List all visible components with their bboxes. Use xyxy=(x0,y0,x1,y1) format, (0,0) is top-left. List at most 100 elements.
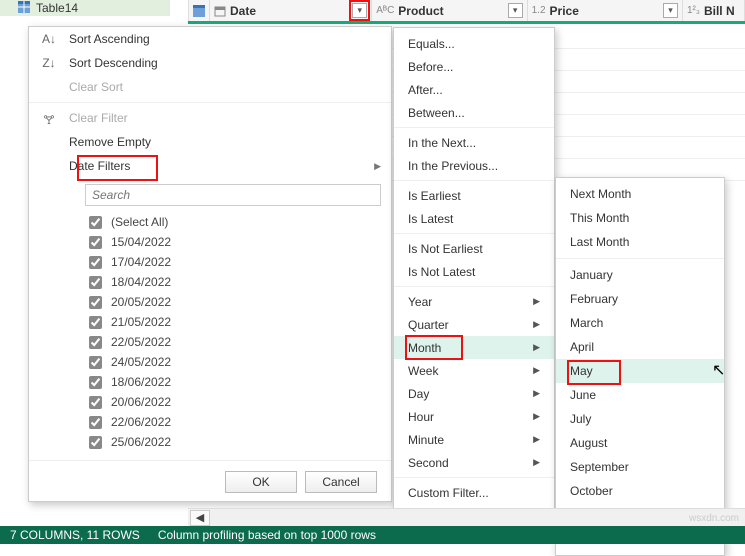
chevron-right-icon: ▶ xyxy=(533,342,540,353)
filter-checkbox-item[interactable]: 20/05/2022 xyxy=(85,292,381,312)
decimal-type-icon: 1.2 xyxy=(532,5,546,16)
filter-value-label: (Select All) xyxy=(111,215,168,229)
column-price-dropdown[interactable]: ▾ xyxy=(663,3,678,18)
month-submenu: Next MonthThis MonthLast Month JanuaryFeb… xyxy=(555,177,725,556)
filter-checkbox-item[interactable]: 17/04/2022 xyxy=(85,252,381,272)
checkbox[interactable] xyxy=(89,256,102,269)
filter-checkbox-item[interactable]: 22/06/2022 xyxy=(85,412,381,432)
month-january[interactable]: January xyxy=(556,263,724,287)
column-billn[interactable]: 1²₃ Bill N xyxy=(683,0,745,21)
checkbox[interactable] xyxy=(89,216,102,229)
filter-checkbox-item[interactable]: 15/04/2022 xyxy=(85,232,381,252)
menu-separator xyxy=(394,233,554,234)
month-next-month[interactable]: Next Month xyxy=(556,182,724,206)
remove-empty[interactable]: Remove Empty xyxy=(29,130,391,154)
ok-button[interactable]: OK xyxy=(225,471,297,493)
column-price[interactable]: 1.2 Price ▾ xyxy=(528,0,683,21)
date-filter-hour[interactable]: Hour▶ xyxy=(394,405,554,428)
month-this-month[interactable]: This Month xyxy=(556,206,724,230)
column-date[interactable]: Date ▾ xyxy=(210,0,372,21)
filter-checkbox-item[interactable]: 20/06/2022 xyxy=(85,392,381,412)
checkbox[interactable] xyxy=(89,336,102,349)
text-type-icon: AᴮC xyxy=(376,5,394,16)
date-filter-equals[interactable]: Equals... xyxy=(394,32,554,55)
checkbox[interactable] xyxy=(89,296,102,309)
filter-checkbox-item[interactable]: 18/06/2022 xyxy=(85,372,381,392)
clear-filter: 🝖 Clear Filter xyxy=(29,106,391,130)
filter-checkbox-item[interactable]: 22/05/2022 xyxy=(85,332,381,352)
date-filter-between[interactable]: Between... xyxy=(394,101,554,124)
column-product-dropdown[interactable]: ▾ xyxy=(508,3,523,18)
column-date-label: Date xyxy=(230,4,256,18)
query-tab[interactable]: Table14 xyxy=(0,0,170,16)
checkbox[interactable] xyxy=(89,356,102,369)
month-september[interactable]: September xyxy=(556,455,724,479)
checkbox[interactable] xyxy=(89,376,102,389)
filter-checkbox-item[interactable]: 24/05/2022 xyxy=(85,352,381,372)
menu-separator xyxy=(394,180,554,181)
chevron-right-icon: ▶ xyxy=(374,161,381,172)
filter-checkbox-item[interactable]: 18/04/2022 xyxy=(85,272,381,292)
rownum-header[interactable] xyxy=(188,0,210,21)
checkbox[interactable] xyxy=(89,276,102,289)
column-date-dropdown[interactable]: ▾ xyxy=(352,3,367,18)
checkbox[interactable] xyxy=(89,236,102,249)
search-input[interactable] xyxy=(85,184,381,206)
date-filter-week[interactable]: Week▶ xyxy=(394,359,554,382)
date-filter-quarter[interactable]: Quarter▶ xyxy=(394,313,554,336)
filter-checkbox-item[interactable]: 21/05/2022 xyxy=(85,312,381,332)
cancel-button[interactable]: Cancel xyxy=(305,471,377,493)
filter-checkbox-item[interactable]: 25/06/2022 xyxy=(85,432,381,452)
month-october[interactable]: October xyxy=(556,479,724,503)
sort-ascending[interactable]: A↓ Sort Ascending xyxy=(29,27,391,51)
scroll-left-button[interactable]: ◀ xyxy=(190,510,210,526)
month-july[interactable]: July xyxy=(556,407,724,431)
date-filters[interactable]: Date Filters ▶ xyxy=(29,154,391,178)
clear-sort: Clear Sort xyxy=(29,75,391,99)
checkbox[interactable] xyxy=(89,416,102,429)
date-filter-is-latest[interactable]: Is Latest xyxy=(394,207,554,230)
date-filter-before[interactable]: Before... xyxy=(394,55,554,78)
filter-value-label: 18/06/2022 xyxy=(111,375,171,389)
checkbox[interactable] xyxy=(89,316,102,329)
date-filter-in-the-previous[interactable]: In the Previous... xyxy=(394,154,554,177)
clear-filter-icon: 🝖 xyxy=(39,106,59,131)
sort-descending[interactable]: Z↓ Sort Descending xyxy=(29,51,391,75)
date-filter-year[interactable]: Year▶ xyxy=(394,290,554,313)
month-february[interactable]: February xyxy=(556,287,724,311)
date-filter-is-earliest[interactable]: Is Earliest xyxy=(394,184,554,207)
month-last-month[interactable]: Last Month xyxy=(556,230,724,254)
chevron-right-icon: ▶ xyxy=(533,365,540,376)
date-filter-custom-filter[interactable]: Custom Filter... xyxy=(394,481,554,504)
filter-checkbox-item[interactable]: (Select All) xyxy=(85,212,381,232)
month-april[interactable]: April xyxy=(556,335,724,359)
month-may[interactable]: May xyxy=(556,359,724,383)
chevron-right-icon: ▶ xyxy=(533,388,540,399)
date-filters-submenu: Equals...Before...After...Between... In t… xyxy=(393,27,555,509)
date-filter-after[interactable]: After... xyxy=(394,78,554,101)
date-filter-in-the-next[interactable]: In the Next... xyxy=(394,131,554,154)
month-june[interactable]: June xyxy=(556,383,724,407)
menu-separator xyxy=(394,286,554,287)
date-filter-minute[interactable]: Minute▶ xyxy=(394,428,554,451)
status-columns-rows: 7 COLUMNS, 11 ROWS xyxy=(10,528,140,542)
filter-value-label: 20/06/2022 xyxy=(111,395,171,409)
column-billn-label: Bill N xyxy=(704,4,735,18)
checkbox[interactable] xyxy=(89,436,102,449)
date-filter-is-not-earliest[interactable]: Is Not Earliest xyxy=(394,237,554,260)
date-filter-second[interactable]: Second▶ xyxy=(394,451,554,474)
int-type-icon: 1²₃ xyxy=(687,5,700,16)
date-filter-is-not-latest[interactable]: Is Not Latest xyxy=(394,260,554,283)
horizontal-scrollbar[interactable]: ◀ xyxy=(188,508,745,526)
menu-separator xyxy=(394,127,554,128)
month-march[interactable]: March xyxy=(556,311,724,335)
watermark: wsxdn.com xyxy=(689,513,739,524)
date-filter-day[interactable]: Day▶ xyxy=(394,382,554,405)
date-filter-month[interactable]: Month▶ xyxy=(394,336,554,359)
column-product[interactable]: AᴮC Product ▾ xyxy=(372,0,527,21)
status-bar: 7 COLUMNS, 11 ROWS Column profiling base… xyxy=(0,526,745,544)
month-august[interactable]: August xyxy=(556,431,724,455)
filter-value-label: 22/05/2022 xyxy=(111,335,171,349)
checkbox[interactable] xyxy=(89,396,102,409)
column-product-label: Product xyxy=(398,4,443,18)
